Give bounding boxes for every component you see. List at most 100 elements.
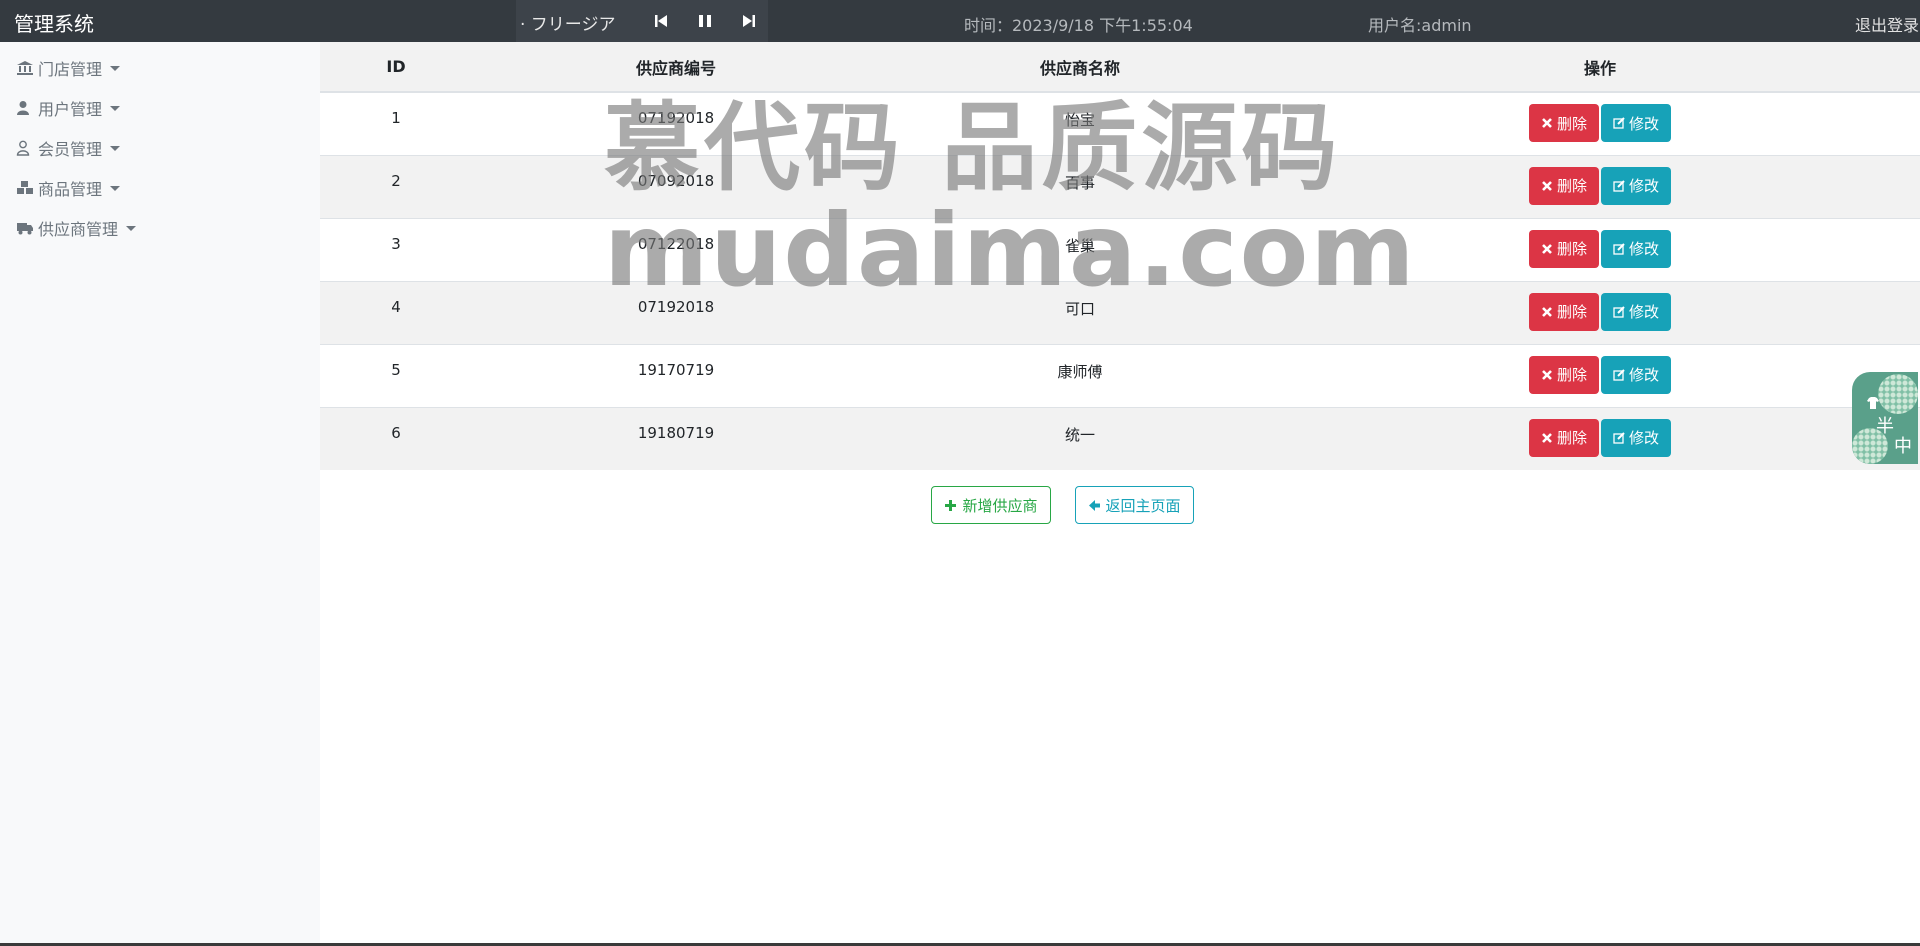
- skip-back-icon[interactable]: [652, 12, 670, 30]
- delete-label: 删除: [1556, 366, 1587, 384]
- caret-down-icon: [110, 65, 121, 71]
- edit-button[interactable]: 修改: [1601, 229, 1672, 268]
- sidebar: 门店管理 用户管理 会员管理 商品管理 供应商管理: [0, 42, 320, 946]
- sidebar-item-members[interactable]: 会员管理: [16, 136, 121, 160]
- delete-label: 删除: [1556, 114, 1587, 133]
- delete-button[interactable]: 删除: [1528, 104, 1599, 142]
- delete-button[interactable]: 删除: [1528, 418, 1599, 457]
- cell-id: 2: [320, 154, 472, 218]
- caret-down-icon: [110, 145, 121, 151]
- caret-down-icon: [110, 105, 121, 111]
- cubes-icon: [16, 180, 34, 196]
- edit-icon: [1613, 431, 1625, 444]
- delete-button[interactable]: 删除: [1528, 229, 1599, 268]
- cell-code: 07192018: [472, 91, 880, 155]
- cell-name: 康师傅: [880, 343, 1280, 407]
- app-brand[interactable]: 管理系统: [14, 8, 94, 37]
- cell-actions: 删除 修改: [1280, 280, 1920, 344]
- delete-button[interactable]: 删除: [1528, 292, 1599, 331]
- cell-name: 百事: [880, 154, 1280, 218]
- edit-label: 修改: [1629, 240, 1660, 258]
- edit-icon: [1613, 179, 1625, 192]
- cell-code: 19170719: [472, 343, 880, 407]
- times-icon: [1542, 369, 1552, 380]
- cell-actions: 删除 修改: [1280, 217, 1920, 281]
- edit-label: 修改: [1629, 366, 1660, 384]
- times-icon: [1542, 243, 1552, 254]
- edit-icon: [1613, 242, 1625, 255]
- cell-id: 1: [320, 91, 472, 155]
- cell-actions: 删除 修改: [1280, 406, 1920, 470]
- sidebar-item-label: 商品管理: [38, 180, 103, 199]
- sidebar-item-products[interactable]: 商品管理: [16, 176, 121, 200]
- cell-name: 统一: [880, 406, 1280, 470]
- column-header-id: ID: [320, 42, 472, 93]
- sidebar-item-label: 门店管理: [38, 60, 103, 79]
- delete-button[interactable]: 删除: [1528, 166, 1599, 205]
- sidebar-item-suppliers[interactable]: 供应商管理: [16, 216, 137, 240]
- edit-button[interactable]: 修改: [1601, 355, 1672, 394]
- table-row: 6 19180719 统一 删除 修改: [320, 406, 1920, 470]
- add-supplier-button[interactable]: 新增供应商: [931, 486, 1051, 524]
- delete-label: 删除: [1556, 177, 1587, 195]
- cell-actions: 删除 修改: [1280, 154, 1920, 218]
- current-time: 时间：2023/9/18 下午1:55:04: [964, 16, 1193, 35]
- column-header-actions: 操作: [1280, 42, 1920, 93]
- edit-button[interactable]: 修改: [1601, 292, 1672, 331]
- edit-label: 修改: [1629, 429, 1660, 447]
- sidebar-item-users[interactable]: 用户管理: [16, 96, 121, 120]
- edit-icon: [1613, 305, 1625, 318]
- edit-button[interactable]: 修改: [1601, 104, 1672, 142]
- skip-forward-icon[interactable]: [740, 12, 758, 30]
- ime-half-width-label: 半: [1876, 416, 1894, 437]
- column-header-code: 供应商编号: [472, 42, 880, 93]
- cell-actions: 删除 修改: [1280, 91, 1920, 155]
- table-header-row: ID 供应商编号 供应商名称 操作: [320, 42, 1920, 93]
- user-icon: [16, 100, 34, 116]
- times-icon: [1542, 432, 1552, 443]
- cell-actions: 删除 修改: [1280, 343, 1920, 407]
- sidebar-item-store[interactable]: 门店管理: [16, 56, 121, 80]
- cell-name: 可口: [880, 280, 1280, 344]
- edit-label: 修改: [1629, 114, 1660, 133]
- ime-chinese-label: 中: [1894, 436, 1912, 457]
- bank-icon: [16, 60, 34, 76]
- delete-label: 删除: [1556, 429, 1587, 447]
- logout-link[interactable]: 退出登录: [1855, 12, 1919, 36]
- table-row: 2 07092018 百事 删除 修改: [320, 154, 1920, 218]
- cell-name: 雀巢: [880, 217, 1280, 281]
- edit-icon: [1613, 117, 1625, 129]
- delete-button[interactable]: 删除: [1528, 355, 1599, 394]
- music-player: · フリージア: [516, 0, 768, 42]
- supplier-table: ID 供应商编号 供应商名称 操作 1 07192018 怡宝 删除 修改 2 070920…: [320, 42, 1920, 470]
- back-home-button[interactable]: 返回主页面: [1074, 486, 1194, 524]
- edit-button[interactable]: 修改: [1601, 418, 1672, 457]
- page-actions: 新增供应商 返回主页面: [320, 486, 1920, 524]
- table-row: 5 19170719 康师傅 删除 修改: [320, 343, 1920, 407]
- edit-label: 修改: [1629, 303, 1660, 321]
- edit-label: 修改: [1629, 177, 1660, 195]
- pause-icon[interactable]: [696, 12, 714, 30]
- cell-code: 07092018: [472, 154, 880, 218]
- add-supplier-label: 新增供应商: [962, 496, 1038, 515]
- times-icon: [1542, 118, 1552, 128]
- back-home-label: 返回主页面: [1105, 496, 1181, 515]
- table-row: 1 07192018 怡宝 删除 修改: [320, 91, 1920, 155]
- sidebar-item-label: 用户管理: [38, 100, 103, 119]
- truck-icon: [16, 220, 34, 236]
- top-navbar: 管理系统 · フリージア 时间：2023/9/18 下午1:55:04 用户名:…: [0, 0, 1920, 42]
- caret-down-icon: [126, 225, 137, 231]
- ime-floating-widget[interactable]: 半 中: [1852, 372, 1918, 464]
- delete-label: 删除: [1556, 240, 1587, 258]
- edit-button[interactable]: 修改: [1601, 166, 1672, 205]
- cell-code: 07122018: [472, 217, 880, 281]
- cell-id: 5: [320, 343, 472, 407]
- times-icon: [1542, 180, 1552, 191]
- shirt-icon: [1867, 397, 1879, 409]
- cell-id: 3: [320, 217, 472, 281]
- arrow-left-icon: [1088, 499, 1100, 511]
- song-title: · フリージア: [520, 15, 616, 35]
- caret-down-icon: [110, 185, 121, 191]
- cell-name: 怡宝: [880, 91, 1280, 155]
- plus-icon: [945, 499, 957, 511]
